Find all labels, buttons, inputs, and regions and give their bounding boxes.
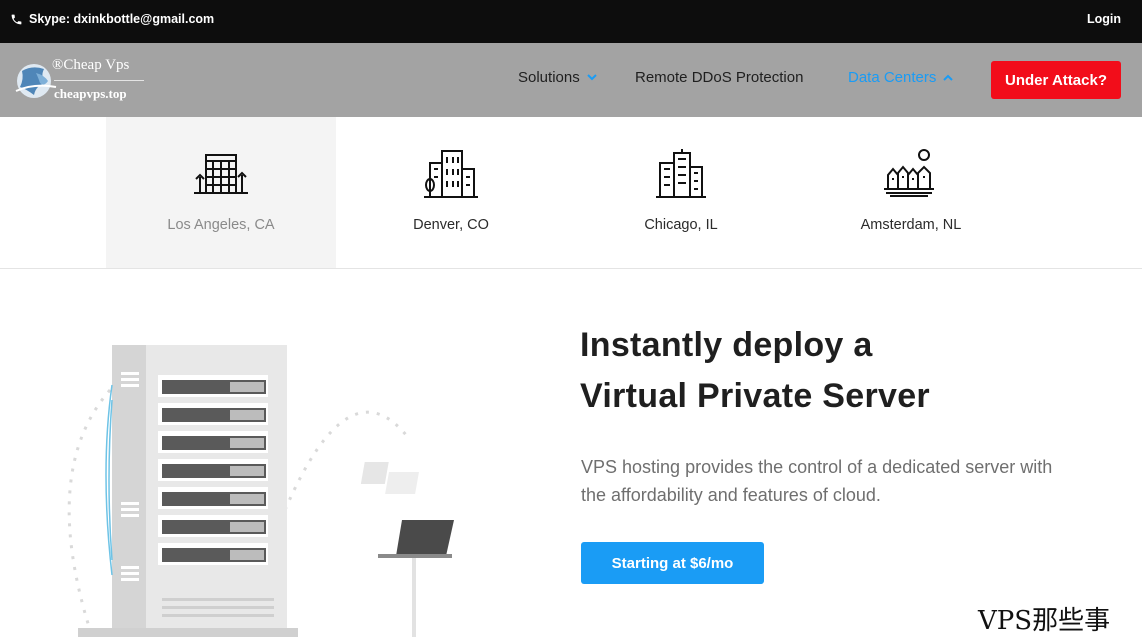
datacenter-chicago[interactable]: Chicago, IL [566, 117, 796, 268]
hero-description: VPS hosting provides the control of a de… [581, 453, 1126, 509]
nav-data-centers-label: Data Centers [848, 69, 937, 86]
starting-price-button[interactable]: Starting at $6/mo [581, 542, 764, 584]
logo-divider [54, 80, 144, 81]
skype-text: Skype: dxinkbottle@gmail.com [29, 12, 215, 26]
login-link[interactable]: Login [1087, 12, 1121, 26]
under-attack-button[interactable]: Under Attack? [991, 61, 1121, 99]
nav-data-centers[interactable]: Data Centers [848, 69, 954, 86]
data-centers-menu: Los Angeles, CA Denver, CO Chicago, IL A… [0, 117, 1142, 269]
nav-solutions[interactable]: Solutions [518, 69, 597, 86]
chevron-up-icon [943, 74, 954, 81]
denver-building-icon [424, 150, 478, 198]
datacenter-denver[interactable]: Denver, CO [336, 117, 566, 268]
los-angeles-building-icon [194, 154, 248, 194]
nav-solutions-label: Solutions [518, 69, 580, 86]
skype-contact[interactable]: Skype: dxinkbottle@gmail.com [10, 12, 214, 26]
datacenter-amsterdam-label: Amsterdam, NL [860, 217, 962, 233]
watermark-text: VPS那些事 [978, 606, 1111, 636]
datacenter-amsterdam[interactable]: Amsterdam, NL [796, 117, 1026, 268]
datacenter-los-angeles-label: Los Angeles, CA [167, 217, 275, 233]
hero-title: Instantly deploy a Virtual Private Serve… [580, 320, 930, 422]
amsterdam-houses-icon [884, 149, 934, 197]
hero-description-line1: VPS hosting provides the control of a de… [581, 457, 1053, 477]
phone-icon [11, 14, 22, 24]
chevron-down-icon [587, 74, 597, 81]
logo-title: ®Cheap Vps [52, 57, 130, 73]
hero-title-line2: Virtual Private Server [580, 377, 930, 415]
nav-remote-ddos[interactable]: Remote DDoS Protection [635, 69, 803, 86]
top-bar: Skype: dxinkbottle@gmail.com Login [0, 0, 1142, 43]
datacenter-denver-label: Denver, CO [413, 217, 489, 233]
server-rack-illustration [67, 345, 454, 637]
hero-title-line1: Instantly deploy a [580, 326, 873, 364]
main-nav: ®Cheap Vps cheapvps.top Solutions Remote… [0, 43, 1142, 117]
hero-description-line2: the affordability and features of cloud. [581, 485, 881, 505]
chicago-skyline-icon [656, 149, 706, 198]
datacenter-los-angeles[interactable]: Los Angeles, CA [106, 117, 336, 268]
page: Skype: dxinkbottle@gmail.com Login ®Chea… [0, 0, 1142, 637]
datacenter-chicago-label: Chicago, IL [644, 217, 718, 233]
site-logo[interactable]: ®Cheap Vps cheapvps.top [14, 55, 154, 107]
nav-remote-ddos-label: Remote DDoS Protection [635, 69, 804, 86]
logo-domain: cheapvps.top [54, 86, 127, 101]
